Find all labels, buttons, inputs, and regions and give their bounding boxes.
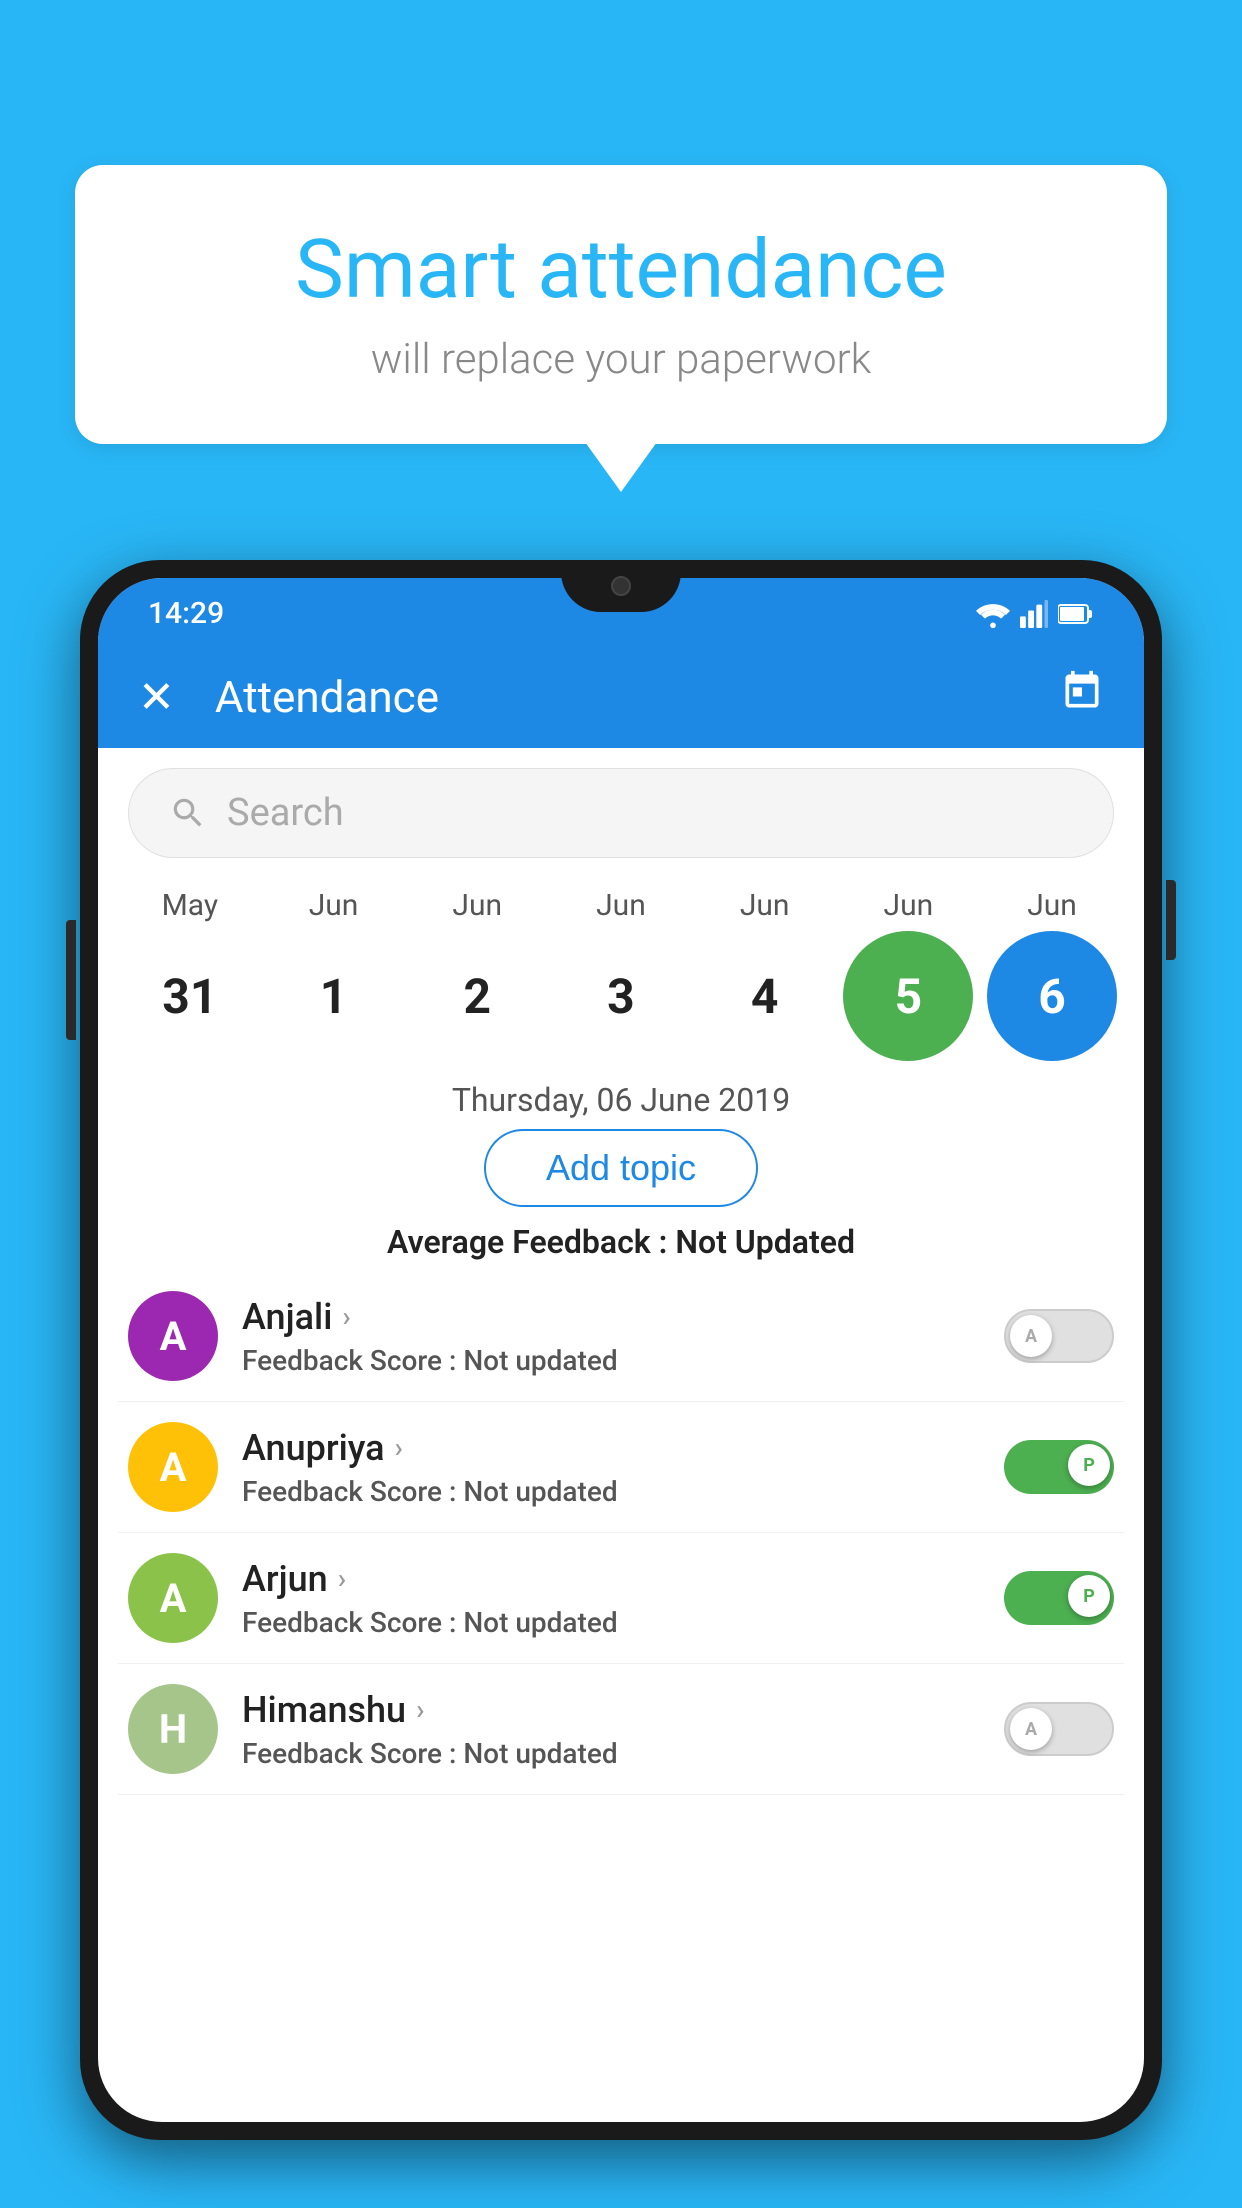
chevron-anjali: ›: [342, 1300, 350, 1333]
cal-date-3[interactable]: 3: [556, 931, 686, 1061]
status-time: 14:29: [148, 596, 224, 631]
student-item-anupriya[interactable]: A Anupriya › Feedback Score : Not update…: [118, 1402, 1124, 1533]
calendar-months: May Jun Jun Jun Jun Jun Jun: [118, 888, 1124, 923]
signal-icon: [1020, 600, 1048, 628]
avg-feedback-value: Not Updated: [675, 1223, 855, 1261]
toggle-knob-arjun: P: [1068, 1575, 1110, 1617]
avatar-arjun: A: [128, 1553, 218, 1643]
avg-feedback-label: Average Feedback :: [387, 1223, 675, 1261]
calendar-button[interactable]: [1060, 669, 1104, 724]
close-button[interactable]: ✕: [138, 671, 175, 723]
speech-bubble-title: Smart attendance: [125, 225, 1117, 315]
speech-bubble: Smart attendance will replace your paper…: [75, 165, 1167, 444]
toggle-arjun[interactable]: P P: [1004, 1571, 1114, 1625]
student-feedback-himanshu: Feedback Score : Not updated: [242, 1737, 980, 1770]
add-topic-button[interactable]: Add topic: [484, 1129, 758, 1207]
cal-date-0[interactable]: 31: [125, 931, 255, 1061]
speech-bubble-subtitle: will replace your paperwork: [125, 335, 1117, 384]
chevron-anupriya: ›: [395, 1431, 403, 1464]
avatar-anupriya: A: [128, 1422, 218, 1512]
status-icons: [976, 600, 1094, 628]
avatar-anjali: A: [128, 1291, 218, 1381]
battery-icon: [1058, 603, 1094, 625]
app-title: Attendance: [215, 671, 1030, 723]
cal-month-6: Jun: [987, 888, 1117, 923]
student-name-anjali: Anjali ›: [242, 1296, 980, 1338]
toggle-knob-himanshu: A: [1010, 1708, 1052, 1750]
student-name-anupriya: Anupriya ›: [242, 1427, 980, 1469]
student-name-himanshu: Himanshu ›: [242, 1689, 980, 1731]
student-name-arjun: Arjun ›: [242, 1558, 980, 1600]
selected-date-label: Thursday, 06 June 2019: [98, 1081, 1144, 1119]
search-bar[interactable]: Search: [128, 768, 1114, 858]
student-item-anjali[interactable]: A Anjali › Feedback Score : Not updated …: [118, 1271, 1124, 1402]
phone-notch: [561, 560, 681, 612]
student-info-himanshu: Himanshu › Feedback Score : Not updated: [242, 1689, 980, 1770]
student-info-anjali: Anjali › Feedback Score : Not updated: [242, 1296, 980, 1377]
camera: [611, 576, 631, 596]
student-info-anupriya: Anupriya › Feedback Score : Not updated: [242, 1427, 980, 1508]
app-bar: ✕ Attendance: [98, 645, 1144, 748]
cal-date-6[interactable]: 6: [987, 931, 1117, 1061]
cal-date-2[interactable]: 2: [412, 931, 542, 1061]
cal-date-1[interactable]: 1: [269, 931, 399, 1061]
student-item-himanshu[interactable]: H Himanshu › Feedback Score : Not update…: [118, 1664, 1124, 1795]
phone-container: 14:29: [80, 560, 1162, 2208]
cal-month-5: Jun: [843, 888, 973, 923]
toggle-knob-anupriya: P: [1068, 1444, 1110, 1486]
avatar-himanshu: H: [128, 1684, 218, 1774]
phone-frame: 14:29: [80, 560, 1162, 2140]
cal-month-2: Jun: [412, 888, 542, 923]
wifi-icon: [976, 600, 1010, 628]
toggle-anjali[interactable]: A A: [1004, 1309, 1114, 1363]
cal-date-5[interactable]: 5: [843, 931, 973, 1061]
student-feedback-anupriya: Feedback Score : Not updated: [242, 1475, 980, 1508]
student-feedback-anjali: Feedback Score : Not updated: [242, 1344, 980, 1377]
toggle-anupriya[interactable]: P P: [1004, 1440, 1114, 1494]
calendar-dates: 31 1 2 3 4 5 6: [118, 931, 1124, 1061]
search-placeholder: Search: [227, 791, 1073, 835]
chevron-arjun: ›: [338, 1562, 346, 1595]
toggle-himanshu[interactable]: A A: [1004, 1702, 1114, 1756]
chevron-himanshu: ›: [416, 1693, 424, 1726]
phone-screen: 14:29: [98, 578, 1144, 2122]
calendar-row: May Jun Jun Jun Jun Jun Jun 31 1 2 3 4 5…: [98, 878, 1144, 1061]
search-icon: [169, 794, 207, 832]
cal-date-4[interactable]: 4: [700, 931, 830, 1061]
student-list: A Anjali › Feedback Score : Not updated …: [98, 1271, 1144, 1795]
cal-month-4: Jun: [700, 888, 830, 923]
cal-month-0: May: [125, 888, 255, 923]
average-feedback: Average Feedback : Not Updated: [98, 1223, 1144, 1261]
student-feedback-arjun: Feedback Score : Not updated: [242, 1606, 980, 1639]
cal-month-1: Jun: [269, 888, 399, 923]
cal-month-3: Jun: [556, 888, 686, 923]
student-info-arjun: Arjun › Feedback Score : Not updated: [242, 1558, 980, 1639]
student-item-arjun[interactable]: A Arjun › Feedback Score : Not updated P: [118, 1533, 1124, 1664]
toggle-knob-anjali: A: [1010, 1315, 1052, 1357]
